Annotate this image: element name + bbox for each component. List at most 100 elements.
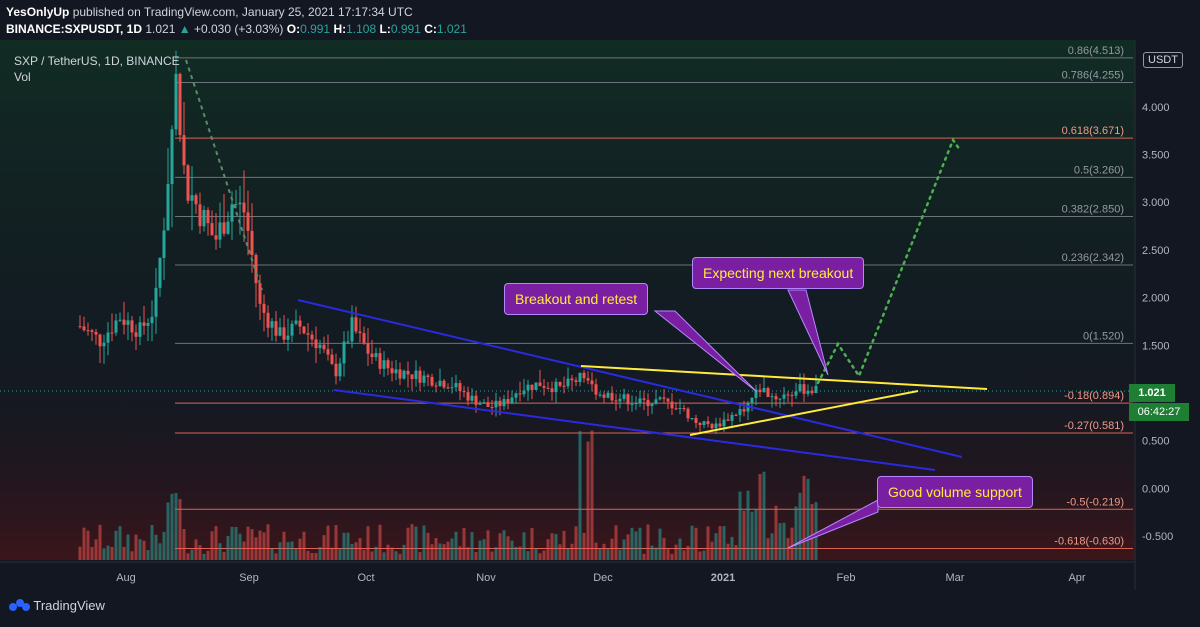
candle-body [762,388,766,393]
volume-bar [686,545,690,560]
volume-bar [782,522,786,560]
volume-bar [290,541,294,560]
close-value: 1.021 [436,22,467,36]
volume-bar [678,538,682,560]
volume-bar [534,548,538,560]
volume-bar [590,430,594,560]
volume-bar [542,550,546,560]
volume-bar [814,502,818,560]
candle-body [318,344,322,349]
volume-bar [242,541,246,560]
volume-bar [470,532,474,560]
volume-bar [766,538,770,560]
candle-body [242,202,246,213]
candle-body [782,394,786,399]
volume-bar [402,544,406,560]
fib-level-label: -0.5(-0.219) [1067,496,1124,508]
callout-volume-support[interactable]: Good volume support [877,476,1033,508]
change-value: +0.030 (+3.03%) [193,22,284,36]
candle-body [646,399,650,406]
candle-body [554,381,558,393]
candle-body [390,368,394,374]
volume-bar [802,475,806,560]
volume-bar [670,553,674,560]
candle-body [514,393,518,398]
candle-body [154,287,158,317]
candle-body [150,316,154,324]
candle-body [458,383,462,392]
candle-body [506,399,510,404]
fib-level-label: -0.18(0.894) [1064,390,1124,402]
volume-bar [778,523,782,560]
candle-body [518,393,522,395]
volume-bar [530,527,534,560]
candle-body [290,323,294,336]
volume-bar [306,550,310,560]
volume-bar [434,538,438,560]
volume-bar [114,530,118,560]
callout-next-breakout[interactable]: Expecting next breakout [692,257,865,289]
candle-body [254,255,258,284]
volume-bar [250,529,254,560]
candle-body [578,372,582,383]
candle-body [262,303,266,313]
volume-bar [574,526,578,560]
y-tick-label: 1.500 [1142,340,1170,352]
candle-body [722,419,726,427]
low-label: L: [379,22,391,36]
volume-bar [626,534,630,560]
volume-bar [374,546,378,560]
candle-body [622,394,626,399]
candle-body [538,382,542,387]
currency-badge[interactable]: USDT [1143,52,1183,68]
volume-bar [546,539,550,560]
candle-body [366,343,370,354]
volume-bar [178,499,182,560]
candle-body [590,380,594,385]
candle-body [618,398,622,402]
volume-bar [474,551,478,560]
volume-bar [234,527,238,560]
volume-bar [346,532,350,560]
volume-bar [150,524,154,560]
open-value: 0.991 [300,22,331,36]
candle-body [218,222,222,240]
volume-bar [394,551,398,560]
volume-bar [82,527,86,560]
volume-bar [586,441,590,560]
candle-body [710,424,714,429]
volume-bar [722,526,726,560]
volume-bar [518,546,522,560]
candle-body [734,414,738,416]
candle-body [370,353,374,358]
volume-bar [414,526,418,560]
candle-body [342,341,346,364]
volume-bar [342,532,346,560]
volume-bar [222,551,226,560]
candle-body [98,334,102,347]
y-tick-label: 3.000 [1142,197,1170,209]
candle-body [742,409,746,412]
candle-body [190,195,194,201]
volume-bar [558,544,562,560]
candle-body [310,334,314,340]
tradingview-logo[interactable]: TradingView [8,598,105,613]
volume-bar [754,508,758,560]
callout-breakout-retest[interactable]: Breakout and retest [504,283,649,315]
candle-body [110,332,114,334]
volume-bar [398,553,402,560]
volume-bar [682,550,686,560]
candle-body [490,406,494,408]
candle-body [566,378,570,387]
volume-bar [94,539,98,560]
candle-body [194,195,198,205]
footer [0,590,1200,627]
volume-label: Vol [14,70,31,84]
volume-bar [182,529,186,560]
volume-bar [570,543,574,560]
volume-bar [654,547,658,560]
volume-bar [566,548,570,560]
candle-body [810,390,814,394]
volume-bar [366,526,370,560]
candle-body [478,403,482,405]
